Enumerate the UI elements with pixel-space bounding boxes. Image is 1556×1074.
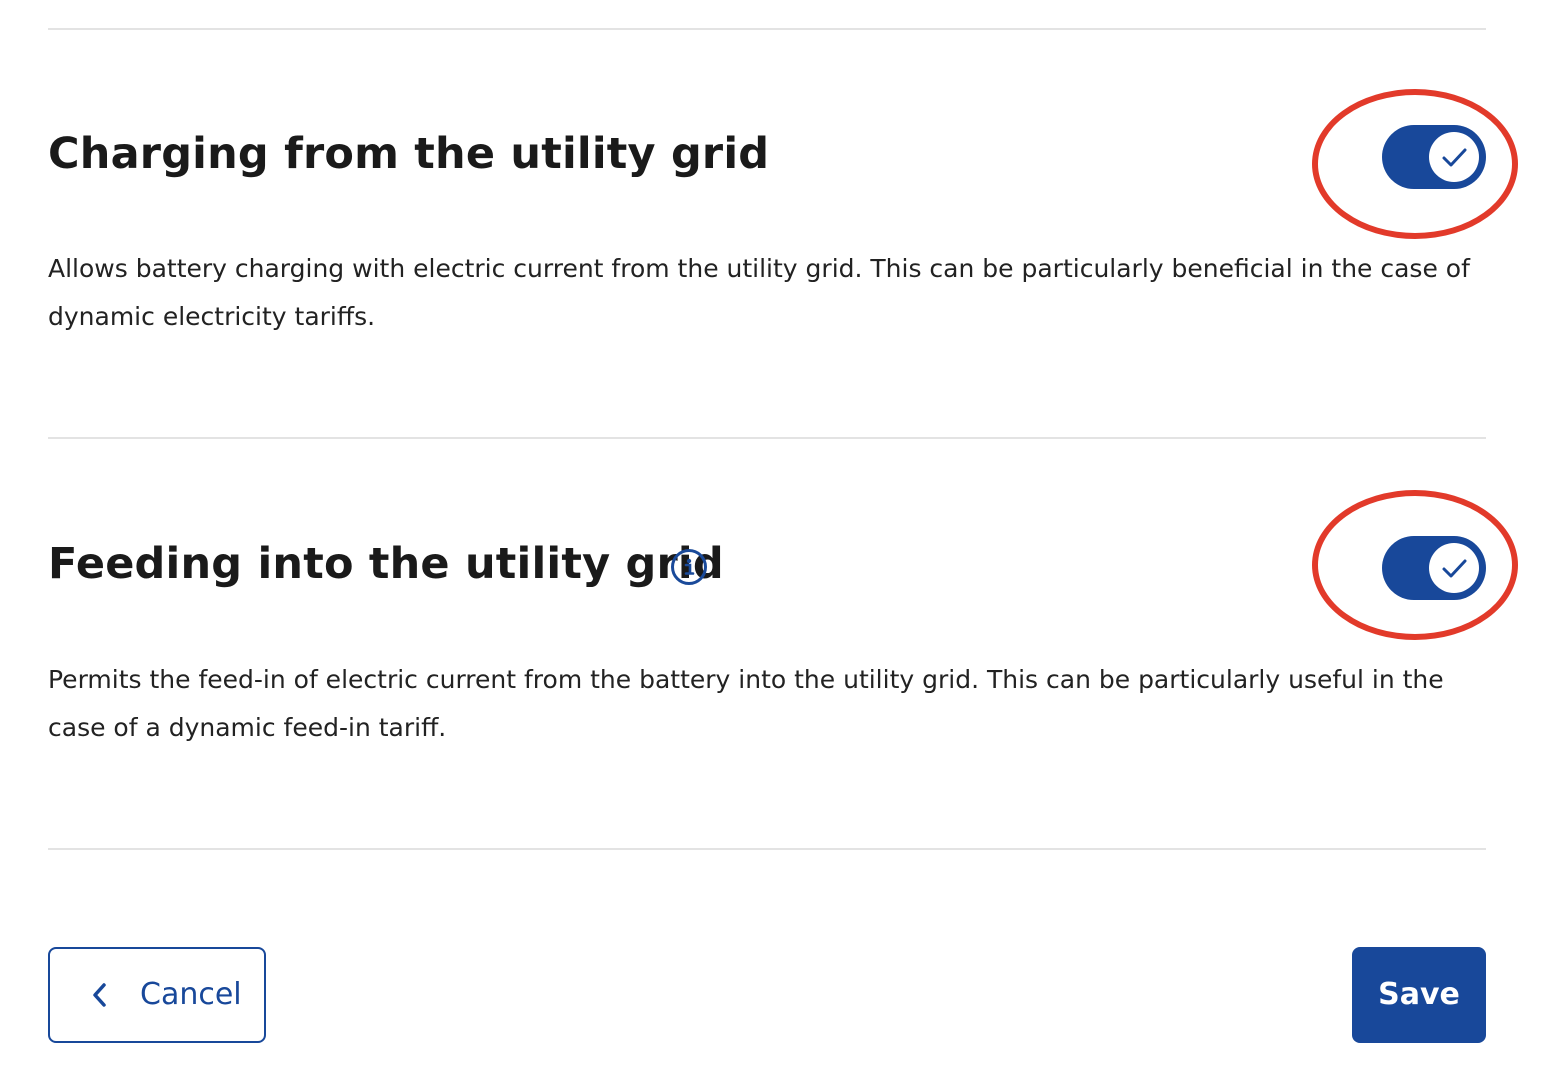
charging-toggle[interactable] xyxy=(1382,125,1486,189)
charging-section-description: Allows battery charging with electric cu… xyxy=(48,254,1470,331)
feeding-section-description: Permits the feed-in of electric current … xyxy=(48,665,1444,742)
cancel-button-label: Cancel xyxy=(140,977,242,1012)
charging-section-title: Charging from the utility grid xyxy=(48,129,770,179)
save-button[interactable]: Save xyxy=(1352,947,1486,1043)
info-icon[interactable] xyxy=(671,549,707,585)
cancel-button[interactable]: Cancel xyxy=(48,947,266,1043)
check-icon xyxy=(1442,559,1467,578)
feeding-toggle[interactable] xyxy=(1382,536,1486,600)
chevron-left-icon xyxy=(93,983,106,1007)
divider-bottom xyxy=(48,848,1486,850)
feeding-section-title: Feeding into the utility grid xyxy=(48,539,724,589)
check-icon xyxy=(1442,148,1467,167)
toggle-knob xyxy=(1429,132,1479,182)
divider-top xyxy=(48,28,1486,30)
divider-middle xyxy=(48,437,1486,439)
toggle-knob xyxy=(1429,543,1479,593)
